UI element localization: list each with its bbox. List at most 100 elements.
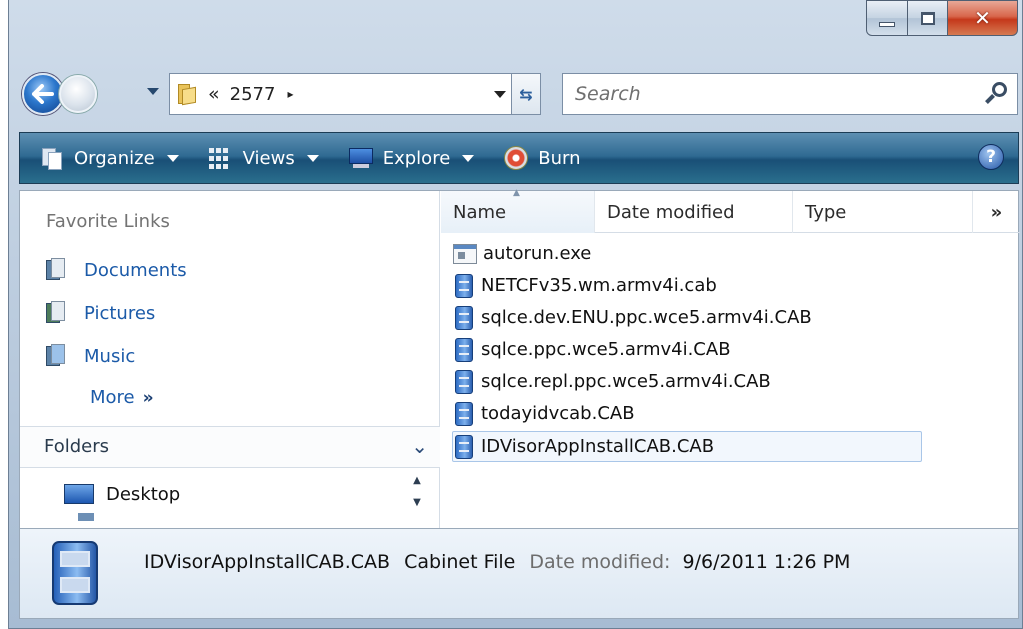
file-name: sqlce.ppc.wce5.armv4i.CAB <box>481 339 731 360</box>
burn-disc-icon <box>504 146 529 170</box>
file-item-selected[interactable]: IDVisorAppInstallCAB.CAB <box>452 431 922 462</box>
address-segment-arrow[interactable]: ▸ <box>287 87 293 101</box>
double-chevron-icon: » <box>142 388 154 408</box>
explore-icon <box>348 146 373 170</box>
column-header-date-modified[interactable]: Date modified <box>595 191 793 233</box>
pictures-icon <box>46 301 66 325</box>
cab-icon <box>453 434 475 460</box>
details-file-name: IDVisorAppInstallCAB.CAB <box>144 551 391 573</box>
search-input[interactable] <box>575 75 981 113</box>
back-button[interactable] <box>22 73 64 115</box>
chevron-down-icon[interactable]: ⌄ <box>411 434 428 458</box>
cabinet-file-icon <box>46 539 104 607</box>
close-icon: ✕ <box>974 6 991 30</box>
desktop-icon <box>64 484 94 504</box>
file-item[interactable]: autorun.exe <box>453 238 591 269</box>
minimize-icon <box>879 21 895 27</box>
details-pane: IDVisorAppInstallCAB.CAB Cabinet File Da… <box>19 528 1019 619</box>
favorite-link-label: Pictures <box>84 302 156 324</box>
file-item[interactable]: sqlce.dev.ENU.ppc.wce5.armv4i.CAB <box>453 302 812 333</box>
window-controls: ✕ <box>866 0 1018 38</box>
details-date-label: Date modified: <box>529 551 671 573</box>
command-toolbar: Organize Views Explore Burn ? <box>19 132 1019 184</box>
details-date-value: 9/6/2011 1:26 PM <box>682 551 851 573</box>
address-overflow-chevron[interactable]: « <box>208 83 220 105</box>
scroll-down-button[interactable]: ▼ <box>409 493 425 511</box>
organize-label: Organize <box>74 147 155 169</box>
favorite-link-label: Documents <box>84 259 187 281</box>
refresh-button[interactable]: ⇆ <box>511 73 541 115</box>
scroll-up-button[interactable]: ▲ <box>409 471 425 489</box>
burn-label: Burn <box>538 147 581 169</box>
cab-icon <box>453 305 475 331</box>
address-bar[interactable]: « 2577 ▸ ⇆ <box>169 73 541 115</box>
column-headers: ▲ Name Date modified Type » <box>441 188 1020 233</box>
burn-button[interactable]: Burn <box>504 136 581 180</box>
recent-pages-dropdown-icon[interactable] <box>147 88 159 95</box>
maximize-icon <box>920 11 935 25</box>
address-dropdown-icon[interactable] <box>494 91 506 98</box>
favorite-link-pictures[interactable]: Pictures <box>46 298 155 328</box>
tree-child-icon[interactable] <box>78 513 94 521</box>
file-name: autorun.exe <box>483 243 592 264</box>
back-arrow-icon <box>32 84 54 104</box>
column-header-label: Date modified <box>607 201 735 223</box>
more-label: More <box>90 387 135 408</box>
address-path-segment[interactable]: 2577 <box>230 84 276 105</box>
refresh-icon: ⇆ <box>519 84 533 104</box>
file-name: NETCFv35.wm.armv4i.cab <box>481 275 717 296</box>
cab-icon <box>453 273 475 299</box>
sort-ascending-icon: ▲ <box>513 188 520 198</box>
column-header-type[interactable]: Type <box>793 191 973 233</box>
tree-item-desktop[interactable]: Desktop <box>64 479 180 509</box>
views-label: Views <box>242 147 295 169</box>
forward-button[interactable] <box>59 75 97 113</box>
favorite-links-heading: Favorite Links <box>46 211 170 232</box>
content-area: Favorite Links Documents Pictures Music … <box>19 188 1020 529</box>
close-button[interactable]: ✕ <box>948 0 1018 36</box>
favorite-link-label: Music <box>84 345 136 367</box>
folder-icon <box>176 82 198 106</box>
file-item[interactable]: sqlce.ppc.wce5.armv4i.CAB <box>453 334 731 365</box>
favorite-link-documents[interactable]: Documents <box>46 255 187 285</box>
file-list-pane: ▲ Name Date modified Type » autorun.exe <box>441 188 1020 529</box>
navigation-pane: Favorite Links Documents Pictures Music … <box>20 191 440 529</box>
cab-icon <box>453 369 475 395</box>
maximize-button[interactable] <box>908 0 948 36</box>
file-name: IDVisorAppInstallCAB.CAB <box>481 436 715 457</box>
explore-label: Explore <box>382 147 451 169</box>
views-button[interactable]: Views <box>208 136 319 180</box>
folders-heading: Folders <box>44 436 110 457</box>
explorer-window: ✕ « 2577 ▸ ⇆ Organize <box>8 0 1023 629</box>
column-header-name[interactable]: ▲ Name <box>441 188 595 233</box>
file-item[interactable]: NETCFv35.wm.armv4i.cab <box>453 270 717 301</box>
explore-button[interactable]: Explore <box>348 136 475 180</box>
minimize-button[interactable] <box>866 0 908 36</box>
file-item[interactable]: todayidvcab.CAB <box>453 398 635 429</box>
folders-scrollbar[interactable]: ▲ ▼ <box>406 471 428 527</box>
double-chevron-icon: » <box>990 201 1003 223</box>
file-name: sqlce.dev.ENU.ppc.wce5.armv4i.CAB <box>481 307 812 328</box>
more-columns-button[interactable]: » <box>973 191 1020 233</box>
cab-icon <box>453 401 475 427</box>
file-item[interactable]: sqlce.repl.ppc.wce5.armv4i.CAB <box>453 366 771 397</box>
chevron-down-icon <box>306 154 319 162</box>
folders-header[interactable]: Folders ⌄ <box>20 426 440 468</box>
file-name: todayidvcab.CAB <box>481 403 635 424</box>
help-icon: ? <box>986 147 996 167</box>
views-icon <box>208 146 233 170</box>
favorite-link-music[interactable]: Music <box>46 341 135 371</box>
navigation-bar: « 2577 ▸ ⇆ <box>9 70 1023 122</box>
search-icon[interactable] <box>981 81 1007 107</box>
search-box[interactable] <box>562 73 1018 115</box>
more-links-button[interactable]: More » <box>90 387 154 408</box>
chevron-down-icon <box>462 154 475 162</box>
file-name: sqlce.repl.ppc.wce5.armv4i.CAB <box>481 371 771 392</box>
tree-item-label: Desktop <box>106 483 181 505</box>
cab-icon <box>453 337 475 363</box>
help-button[interactable]: ? <box>978 144 1004 170</box>
details-text: IDVisorAppInstallCAB.CAB Cabinet File Da… <box>144 551 850 573</box>
chevron-down-icon <box>166 154 179 162</box>
organize-button[interactable]: Organize <box>40 136 179 180</box>
details-file-type: Cabinet File <box>404 551 516 573</box>
